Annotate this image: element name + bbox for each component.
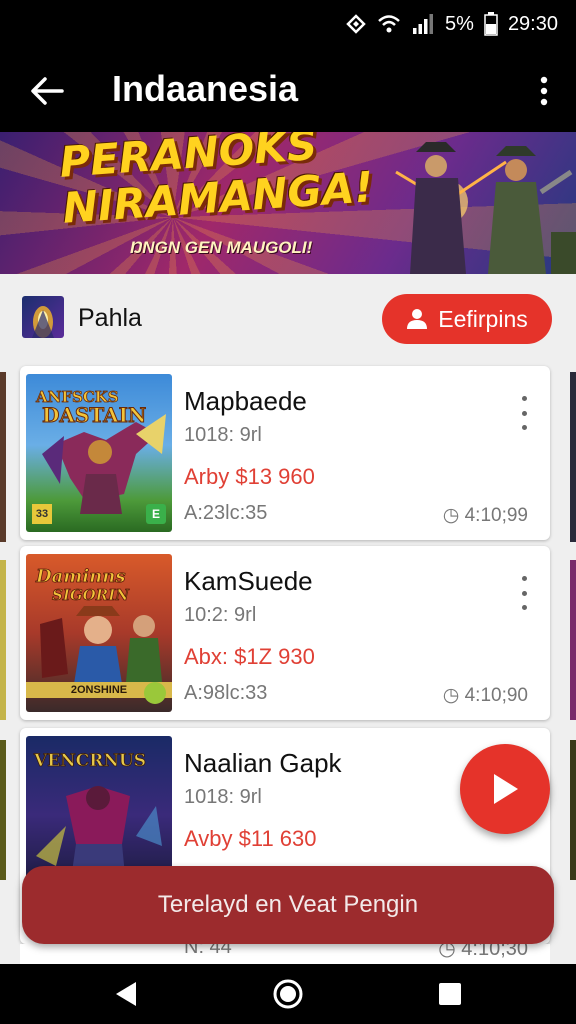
- thumb-logo: DASTAIN: [42, 403, 146, 427]
- wizard-icon: [32, 306, 54, 338]
- edge-peek: [570, 372, 576, 542]
- channel-header: Pahla Eefirpins: [0, 288, 576, 352]
- play-fab-button[interactable]: [460, 744, 550, 834]
- list-item-peek: N: 44 ◷ 4:10;30: [20, 944, 550, 964]
- edge-peek: [0, 372, 6, 542]
- peek-meta: N: 44: [184, 944, 232, 958]
- peek-time: ◷ 4:10;30: [438, 944, 528, 961]
- item-title: Mapbaede: [184, 386, 307, 416]
- item-price: Avby $11 630: [184, 826, 317, 851]
- status-bar: 5% 29:30: [0, 0, 576, 52]
- item-time-text: 4:10;90: [464, 685, 528, 706]
- follow-label: Eefirpins: [438, 305, 528, 332]
- battery-icon: [484, 12, 498, 36]
- page-title: Indaanesia: [112, 68, 299, 109]
- back-arrow-icon: [31, 77, 64, 105]
- item-meta: A:98lc:33: [184, 682, 268, 704]
- game-thumbnail: Daminns SIGORIN 2ONSHINE: [26, 554, 172, 712]
- nav-back-icon: [116, 982, 136, 1006]
- more-vert-icon: [540, 76, 548, 106]
- clock-icon: ◷: [442, 505, 465, 526]
- thumb-badge-left: 33: [32, 504, 52, 524]
- list-item[interactable]: Daminns SIGORIN 2ONSHINE KamSuede 10:2: …: [20, 546, 550, 720]
- edge-peek: [0, 740, 6, 880]
- thumb-logo: Daminns: [35, 566, 125, 587]
- nav-home-icon: [273, 979, 303, 1009]
- clock-icon: ◷: [438, 944, 462, 960]
- promo-banner[interactable]: PERANOKS NIRAMANGA! ŊNGN GEN MAUGOLI!: [0, 132, 576, 274]
- item-time: ◷ 4:10;99: [443, 504, 528, 527]
- thumb-logo: VENCRNUS: [33, 751, 146, 771]
- thumb-badge-icon: [144, 682, 166, 704]
- thumb-badge-right: E: [146, 504, 166, 524]
- banner-subtitle: ŊNGN GEN MAUGOLI!: [130, 238, 313, 257]
- game-thumbnail: ANFSCKS DASTAIN 33 E: [26, 374, 172, 532]
- list-item[interactable]: ANFSCKS DASTAIN 33 E Mapbaede 1018: 9rl …: [20, 366, 550, 540]
- channel-avatar[interactable]: [22, 296, 64, 338]
- wifi-icon: [378, 15, 400, 33]
- peek-time-text: 4:10;30: [461, 944, 528, 960]
- edge-peek: [570, 560, 576, 720]
- signal-icon: [413, 14, 434, 34]
- item-title: Naalian Gapk: [184, 748, 342, 778]
- banner-characters-image: [395, 142, 576, 274]
- item-subtitle: 1018: 9rl: [184, 786, 262, 808]
- nav-recents-icon: [439, 983, 461, 1005]
- item-time-text: 4:10;99: [464, 505, 528, 526]
- status-indicators: 5% 29:30: [345, 12, 558, 36]
- edge-peek: [570, 740, 576, 880]
- item-price: Arby $13 960: [184, 464, 315, 489]
- nav-recents-button[interactable]: [430, 974, 470, 1014]
- nfc-icon: [346, 14, 366, 34]
- nav-back-button[interactable]: [106, 974, 146, 1014]
- clock: 29:30: [507, 12, 558, 35]
- item-meta: A:23lc:35: [184, 502, 268, 524]
- item-price: Abx: $1Z 930: [184, 644, 315, 669]
- item-title: KamSuede: [184, 566, 313, 596]
- item-subtitle: 1018: 9rl: [184, 424, 262, 446]
- item-time: ◷ 4:10;90: [443, 684, 528, 707]
- item-menu-button[interactable]: [514, 576, 534, 610]
- thumb-logo: SIGORIN: [52, 586, 130, 604]
- app-bar: Indaanesia: [0, 52, 576, 132]
- more-options-button[interactable]: [526, 66, 562, 116]
- item-menu-button[interactable]: [514, 396, 534, 430]
- system-nav-bar: [0, 964, 576, 1024]
- person-icon: [407, 309, 428, 329]
- cta-button[interactable]: Terelayd en Veat Pengin: [22, 866, 554, 944]
- follow-button[interactable]: Eefirpins: [382, 294, 552, 344]
- back-button[interactable]: [22, 66, 72, 116]
- nav-home-button[interactable]: [268, 974, 308, 1014]
- channel-name: Pahla: [78, 304, 142, 332]
- clock-icon: ◷: [442, 685, 465, 706]
- play-icon: [494, 774, 518, 804]
- edge-peek: [0, 560, 6, 720]
- item-subtitle: 10:2: 9rl: [184, 604, 257, 626]
- battery-percent: 5%: [445, 12, 474, 35]
